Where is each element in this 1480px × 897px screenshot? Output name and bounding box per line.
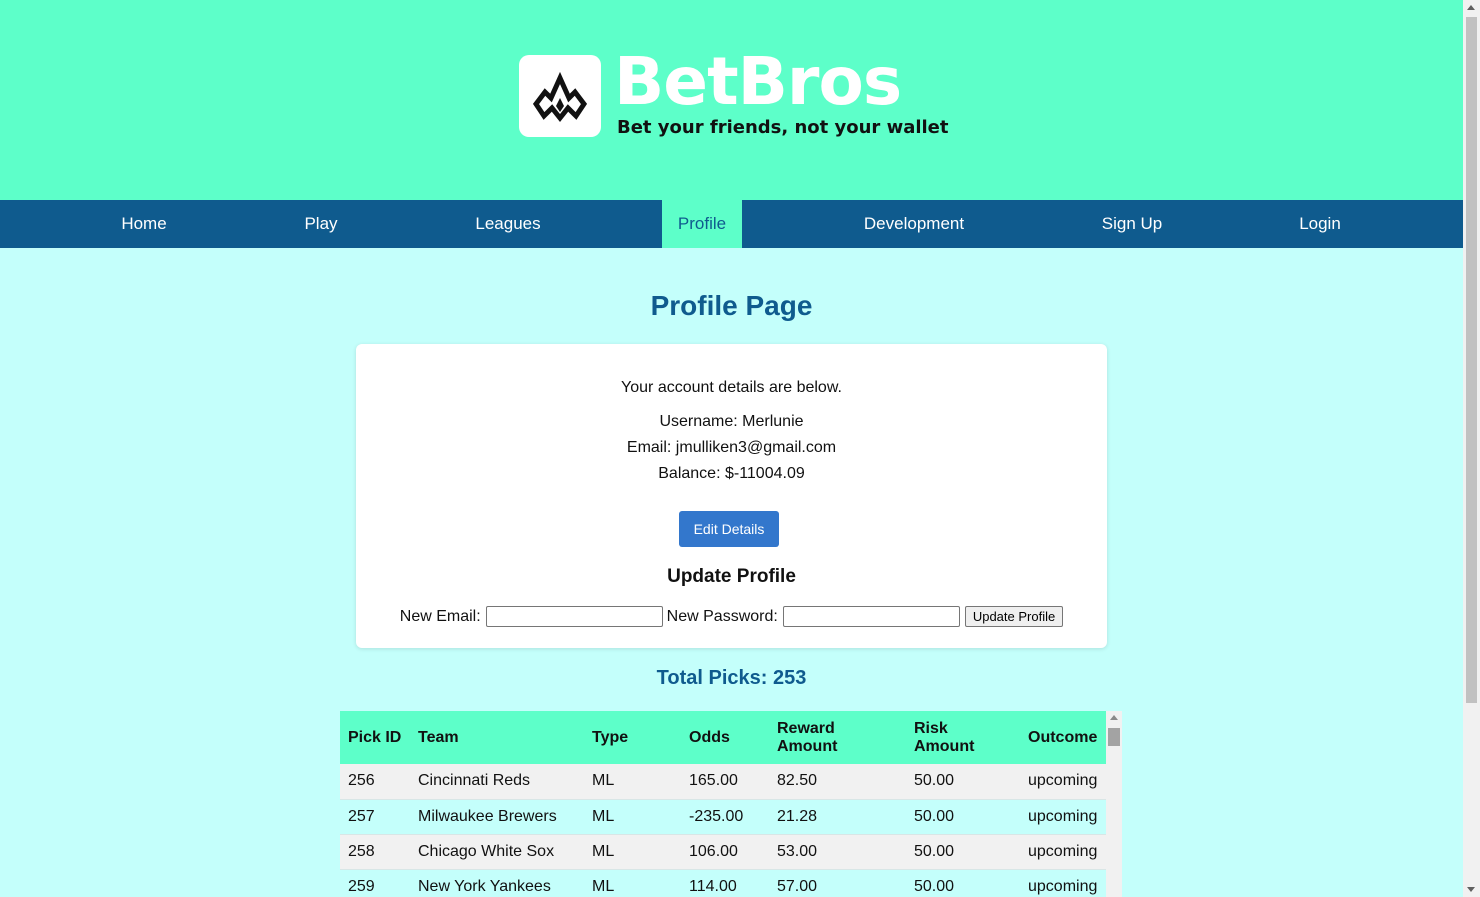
table-cell: 114.00 bbox=[681, 869, 769, 897]
new-password-input[interactable] bbox=[782, 606, 960, 627]
column-header: Outcome bbox=[1020, 711, 1106, 764]
account-intro: Your account details are below. bbox=[621, 379, 842, 396]
table-cell: 50.00 bbox=[906, 869, 1020, 897]
account-balance: Balance: $-11004.09 bbox=[658, 465, 805, 482]
table-cell: -235.00 bbox=[681, 799, 769, 835]
column-header: Risk Amount bbox=[906, 711, 1020, 764]
table-cell: 53.00 bbox=[769, 834, 906, 870]
nav-item-login[interactable]: Login bbox=[1286, 200, 1354, 248]
table-cell: Milwaukee Brewers bbox=[410, 799, 584, 835]
logo[interactable] bbox=[519, 55, 601, 137]
picks-table: Pick ID Team Type Odds Reward Amount Ris… bbox=[340, 711, 1106, 897]
update-profile-heading: Update Profile bbox=[667, 566, 796, 587]
table-cell: ML bbox=[584, 869, 681, 897]
picks-table-container[interactable]: Pick ID Team Type Odds Reward Amount Ris… bbox=[340, 711, 1122, 897]
update-profile-button[interactable]: Update Profile bbox=[964, 606, 1064, 627]
page: BetBros Bet your friends, not your walle… bbox=[0, 0, 1463, 897]
brand-tagline: Bet your friends, not your wallet bbox=[617, 117, 949, 138]
column-header: Pick ID bbox=[340, 711, 410, 764]
nav-item-development[interactable]: Development bbox=[850, 200, 978, 248]
scroll-up-arrow-icon[interactable] bbox=[1467, 5, 1475, 10]
table-cell: 21.28 bbox=[769, 799, 906, 835]
column-header: Team bbox=[410, 711, 584, 764]
table-row: 258 Chicago White Sox ML 106.00 53.00 50… bbox=[340, 834, 1106, 870]
column-header: Odds bbox=[681, 711, 769, 764]
total-picks: Total Picks: 253 bbox=[656, 667, 807, 689]
table-cell: Chicago White Sox bbox=[410, 834, 584, 870]
edit-details-button[interactable]: Edit Details bbox=[679, 511, 779, 547]
table-cell: 50.00 bbox=[906, 799, 1020, 835]
table-cell: 82.50 bbox=[769, 764, 906, 800]
main-nav: Home Play Leagues Profile Development Si… bbox=[0, 200, 1463, 248]
page-scrollbar[interactable] bbox=[1463, 0, 1480, 897]
scroll-up-arrow-icon[interactable] bbox=[1110, 715, 1118, 720]
table-cell: 256 bbox=[340, 764, 410, 800]
table-scrollbar-thumb[interactable] bbox=[1108, 728, 1120, 746]
new-email-input[interactable] bbox=[485, 606, 663, 627]
new-email-label: New Email: bbox=[399, 607, 481, 625]
site-header: BetBros Bet your friends, not your walle… bbox=[0, 0, 1463, 200]
nav-item-play[interactable]: Play bbox=[290, 200, 352, 248]
account-card: Your account details are below. Username… bbox=[356, 344, 1107, 648]
page-title: Profile Page bbox=[650, 290, 813, 321]
table-cell: 106.00 bbox=[681, 834, 769, 870]
nav-item-signup[interactable]: Sign Up bbox=[1088, 200, 1176, 248]
table-cell: Cincinnati Reds bbox=[410, 764, 584, 800]
table-cell: 50.00 bbox=[906, 764, 1020, 800]
brand-name: BetBros bbox=[614, 43, 902, 120]
table-cell: 259 bbox=[340, 869, 410, 897]
table-cell: ML bbox=[584, 764, 681, 800]
update-profile-form: New Email: New Password: Update Profile bbox=[356, 606, 1107, 627]
account-username: Username: Merlunie bbox=[659, 413, 804, 430]
crown-flame-icon bbox=[532, 71, 588, 123]
nav-item-home[interactable]: Home bbox=[104, 200, 184, 248]
table-row: 257 Milwaukee Brewers ML -235.00 21.28 5… bbox=[340, 799, 1106, 835]
table-cell: upcoming bbox=[1020, 799, 1106, 835]
table-cell: 257 bbox=[340, 799, 410, 835]
column-header: Type bbox=[584, 711, 681, 764]
table-row: 259 New York Yankees ML 114.00 57.00 50.… bbox=[340, 869, 1106, 897]
table-cell: 165.00 bbox=[681, 764, 769, 800]
scroll-down-arrow-icon[interactable] bbox=[1467, 887, 1475, 892]
nav-item-profile[interactable]: Profile bbox=[662, 200, 742, 248]
table-cell: upcoming bbox=[1020, 834, 1106, 870]
table-cell: 50.00 bbox=[906, 834, 1020, 870]
table-header-row: Pick ID Team Type Odds Reward Amount Ris… bbox=[340, 711, 1106, 764]
table-row: 256 Cincinnati Reds ML 165.00 82.50 50.0… bbox=[340, 764, 1106, 800]
table-cell: 258 bbox=[340, 834, 410, 870]
page-scrollbar-thumb[interactable] bbox=[1466, 17, 1477, 703]
table-scrollbar[interactable] bbox=[1106, 711, 1122, 897]
new-password-label: New Password: bbox=[666, 607, 778, 625]
table-cell: ML bbox=[584, 834, 681, 870]
nav-item-leagues[interactable]: Leagues bbox=[462, 200, 554, 248]
table-cell: upcoming bbox=[1020, 869, 1106, 897]
table-cell: ML bbox=[584, 799, 681, 835]
table-cell: upcoming bbox=[1020, 764, 1106, 800]
table-cell: New York Yankees bbox=[410, 869, 584, 897]
column-header: Reward Amount bbox=[769, 711, 906, 764]
account-email: Email: jmulliken3@gmail.com bbox=[626, 439, 837, 456]
table-cell: 57.00 bbox=[769, 869, 906, 897]
